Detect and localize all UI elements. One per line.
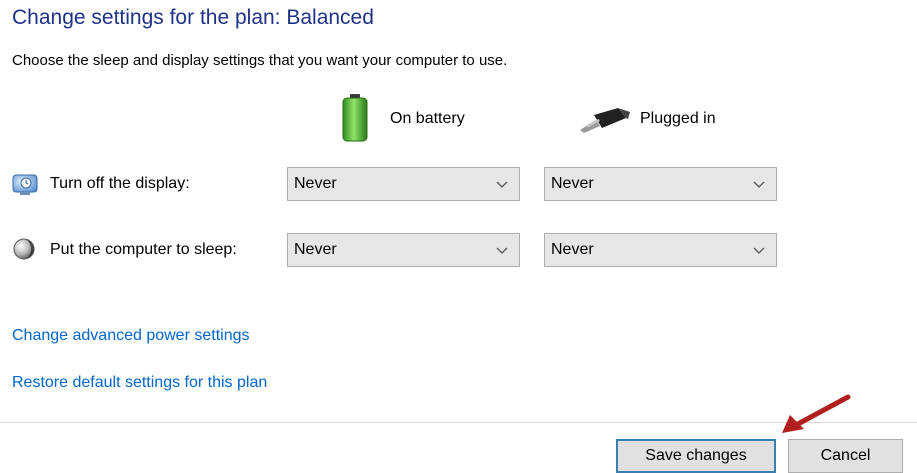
chevron-down-icon <box>495 234 509 266</box>
power-plug-icon <box>578 106 632 139</box>
advanced-power-settings-link[interactable]: Change advanced power settings <box>12 327 250 345</box>
annotation-arrow-icon <box>776 393 852 442</box>
display-on-battery-value: Never <box>294 175 337 192</box>
column-header-on-battery: On battery <box>390 110 465 127</box>
display-plugged-in-select[interactable]: Never <box>544 167 777 201</box>
battery-icon <box>340 93 370 148</box>
restore-defaults-link[interactable]: Restore default settings for this plan <box>12 374 267 392</box>
display-plugged-in-value: Never <box>551 175 594 192</box>
display-setting-label: Turn off the display: <box>50 175 190 192</box>
sleep-on-battery-select[interactable]: Never <box>287 233 520 267</box>
moon-icon <box>12 237 36 266</box>
page-title: Change settings for the plan: Balanced <box>12 6 374 29</box>
display-icon <box>12 172 38 201</box>
cancel-button[interactable]: Cancel <box>788 439 903 473</box>
sleep-on-battery-value: Never <box>294 241 337 258</box>
column-header-plugged-in: Plugged in <box>640 110 716 127</box>
sleep-plugged-in-value: Never <box>551 241 594 258</box>
chevron-down-icon <box>752 234 766 266</box>
chevron-down-icon <box>752 168 766 200</box>
sleep-plugged-in-select[interactable]: Never <box>544 233 777 267</box>
chevron-down-icon <box>495 168 509 200</box>
display-on-battery-select[interactable]: Never <box>287 167 520 201</box>
save-changes-button[interactable]: Save changes <box>616 439 776 473</box>
page-subtitle: Choose the sleep and display settings th… <box>12 52 508 69</box>
sleep-setting-label: Put the computer to sleep: <box>50 241 237 258</box>
